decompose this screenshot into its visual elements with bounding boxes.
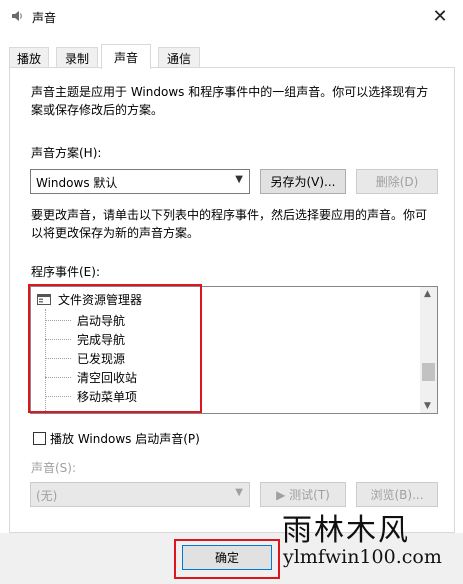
list-item[interactable]: 清空回收站	[77, 369, 137, 386]
tree-branch	[45, 396, 71, 397]
scheme-label: 声音方案(H):	[31, 146, 102, 160]
scrollbar-thumb[interactable]	[422, 363, 435, 381]
tab-sounds[interactable]: 声音	[101, 44, 151, 69]
tree-branch	[45, 358, 71, 359]
tab-strip: 播放 录制 声音 通信	[9, 44, 455, 69]
events-list[interactable]: 文件资源管理器 启动导航 完成导航 已发现源 清空回收站 移动菜单项 ▲ ▼	[30, 286, 438, 414]
instructions-line-1: 要更改声音，请单击以下列表中的程序事件，然后选择要应用的声音。你可	[31, 208, 428, 222]
close-icon: ✕	[432, 6, 448, 27]
list-group-file-explorer[interactable]: 文件资源管理器	[58, 291, 142, 308]
speaker-icon	[12, 11, 22, 21]
save-as-button[interactable]: 另存为(V)...	[260, 169, 346, 194]
scheme-dropdown[interactable]: Windows 默认 ▼	[30, 169, 250, 194]
scheme-value: Windows 默认	[36, 176, 118, 190]
test-button[interactable]: ▶ 测试(T)	[260, 482, 346, 507]
sound-value: (无)	[36, 489, 58, 503]
tab-recording[interactable]: 录制	[56, 47, 98, 68]
list-item[interactable]: 启动导航	[77, 312, 125, 329]
window-title: 声音	[32, 11, 57, 25]
startup-sound-label: 播放 Windows 启动声音(P)	[50, 432, 200, 446]
watermark-logo-text: 雨林木风	[282, 513, 410, 548]
chevron-up-icon[interactable]: ▲	[424, 289, 431, 299]
chevron-down-icon: ▼	[235, 174, 243, 185]
title-bar: 声音 ✕	[0, 0, 463, 33]
description-line-2: 案或保存修改后的方案。	[31, 103, 164, 117]
description-line-1: 声音主题是应用于 Windows 和程序事件中的一组声音。你可以选择现有方	[31, 85, 429, 99]
tree-branch	[45, 320, 71, 321]
sound-label: 声音(S):	[31, 461, 77, 475]
close-button[interactable]: ✕	[417, 0, 463, 33]
tree-branch	[45, 377, 71, 378]
tab-playback[interactable]: 播放	[9, 47, 49, 68]
sound-dropdown[interactable]: (无) ▼	[30, 482, 250, 507]
tree-branch	[45, 339, 71, 340]
startup-sound-checkbox[interactable]	[33, 432, 46, 445]
ok-button[interactable]: 确定	[182, 545, 272, 570]
chevron-down-icon: ▼	[235, 487, 243, 498]
list-item[interactable]: 完成导航	[77, 331, 125, 348]
events-label: 程序事件(E):	[31, 265, 100, 279]
instructions-line-2: 以将更改保存为新的声音方案。	[31, 226, 200, 240]
tab-communications[interactable]: 通信	[158, 47, 200, 68]
list-item[interactable]: 移动菜单项	[77, 388, 137, 405]
window-icon	[37, 294, 51, 305]
events-scrollbar[interactable]: ▲ ▼	[420, 287, 437, 413]
watermark-url: ylmfwin100.com	[283, 546, 442, 568]
tree-line	[45, 309, 46, 413]
delete-button[interactable]: 删除(D)	[356, 169, 438, 194]
chevron-down-icon[interactable]: ▼	[424, 401, 431, 411]
list-item[interactable]: 已发现源	[77, 350, 125, 367]
browse-button[interactable]: 浏览(B)...	[356, 482, 438, 507]
